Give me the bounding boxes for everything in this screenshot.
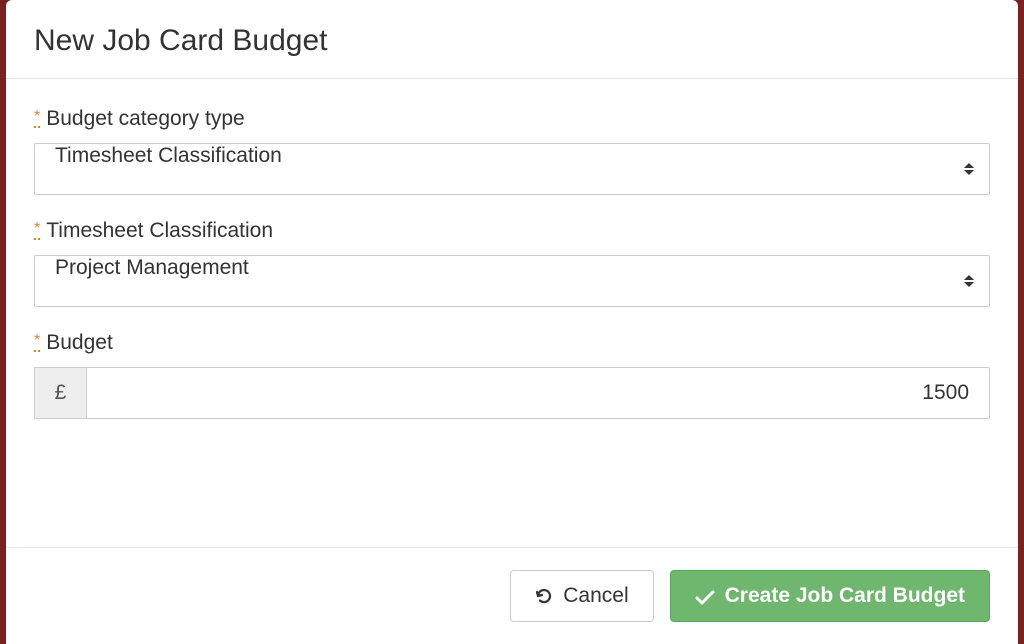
cancel-label: Cancel	[563, 584, 628, 608]
submit-label: Create Job Card Budget	[725, 584, 965, 608]
field-budget-category-type: * Budget category type Timesheet Classif…	[34, 107, 990, 195]
label-budget: * Budget	[34, 331, 990, 355]
select-budget-category-type[interactable]: Timesheet Classification	[34, 143, 990, 195]
select-value: Timesheet Classification	[34, 143, 990, 195]
currency-symbol: £	[34, 367, 86, 419]
modal-title: New Job Card Budget	[34, 24, 990, 58]
check-icon	[695, 588, 715, 604]
budget-input[interactable]	[86, 367, 990, 419]
label-text: Budget category type	[46, 107, 244, 131]
select-value: Project Management	[34, 255, 990, 307]
label-timesheet-classification: * Timesheet Classification	[34, 219, 990, 243]
required-asterisk-icon: *	[34, 221, 40, 240]
new-job-card-budget-modal: New Job Card Budget * Budget category ty…	[6, 0, 1018, 644]
required-asterisk-icon: *	[34, 109, 40, 128]
label-text: Budget	[46, 331, 113, 355]
create-job-card-budget-button[interactable]: Create Job Card Budget	[670, 570, 990, 622]
modal-header: New Job Card Budget	[6, 0, 1018, 79]
field-timesheet-classification: * Timesheet Classification Project Manag…	[34, 219, 990, 307]
required-asterisk-icon: *	[34, 333, 40, 352]
undo-icon	[535, 587, 553, 605]
budget-input-group: £	[34, 367, 990, 419]
cancel-button[interactable]: Cancel	[510, 570, 653, 622]
label-text: Timesheet Classification	[46, 219, 273, 243]
field-budget: * Budget £	[34, 331, 990, 419]
label-budget-category-type: * Budget category type	[34, 107, 990, 131]
modal-footer: Cancel Create Job Card Budget	[6, 547, 1018, 644]
modal-body: * Budget category type Timesheet Classif…	[6, 79, 1018, 547]
select-timesheet-classification[interactable]: Project Management	[34, 255, 990, 307]
